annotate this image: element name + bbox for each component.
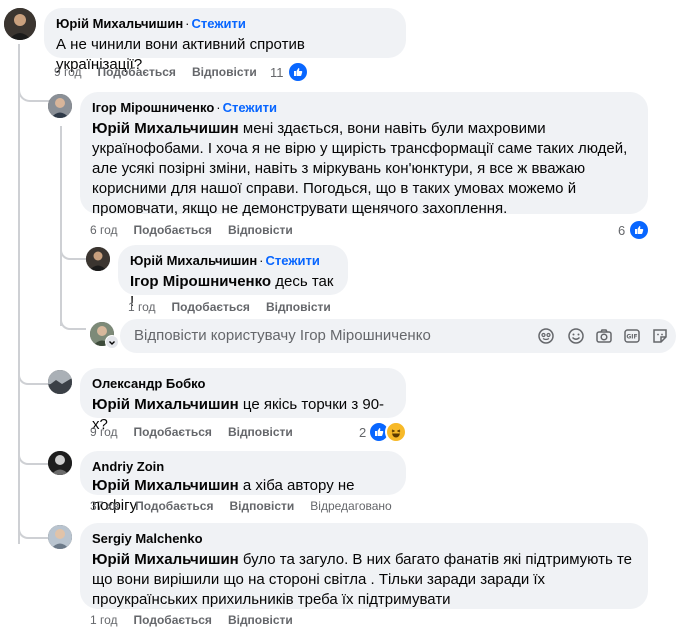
landscape-photo-icon bbox=[48, 370, 72, 394]
reply-button[interactable]: Відповісти bbox=[228, 223, 293, 237]
separator-dot: · bbox=[216, 100, 221, 115]
follow-button[interactable]: Стежити bbox=[192, 16, 246, 31]
avatar[interactable] bbox=[48, 94, 72, 118]
like-button[interactable]: Подобається bbox=[134, 613, 212, 627]
gif-icon[interactable]: GIF bbox=[622, 326, 642, 346]
comment-author[interactable]: Олександр Бобко bbox=[92, 376, 205, 391]
thread-line-main bbox=[18, 44, 20, 544]
person-photo-icon bbox=[48, 94, 72, 118]
like-button[interactable]: Подобається bbox=[134, 425, 212, 439]
avatar[interactable] bbox=[4, 8, 36, 40]
like-button[interactable]: Подобається bbox=[172, 300, 250, 314]
comment-bubble: Юрій Михальчишин · Стежити Ігор Мірошничен… bbox=[118, 245, 348, 310]
reactions-summary[interactable]: 6 bbox=[618, 219, 651, 241]
comment-time[interactable]: 1 год bbox=[128, 300, 156, 314]
avatar-sticker-icon[interactable] bbox=[536, 326, 556, 346]
comment-bubble: Andriy Zoin Юрій Михальчишин а хіба авто… bbox=[80, 451, 406, 514]
reply-button[interactable]: Відповісти bbox=[229, 499, 294, 513]
comment-author[interactable]: Ігор Мірошниченко bbox=[92, 100, 214, 115]
emoji-icon[interactable] bbox=[566, 326, 586, 346]
comment-actions: 9 год Подобається Відповісти bbox=[54, 65, 273, 79]
mention-link[interactable]: Юрій Михальчишин bbox=[92, 396, 239, 413]
reply-placeholder: Відповісти користувачу Ігор Мірошниченко bbox=[134, 327, 431, 344]
reply-button[interactable]: Відповісти bbox=[228, 425, 293, 439]
reactions-summary[interactable]: 11 bbox=[270, 61, 309, 83]
person-photo-icon bbox=[86, 247, 110, 271]
avatar[interactable] bbox=[48, 451, 72, 475]
avatar[interactable] bbox=[86, 247, 110, 271]
comment-bubble: Ігор Мірошниченко · Стежити Юрій Михальчиш… bbox=[80, 92, 648, 217]
comment-actions: 37 хв Подобається Відповісти Відредаговано bbox=[90, 499, 408, 513]
like-button[interactable]: Подобається bbox=[134, 223, 212, 237]
reaction-count: 6 bbox=[618, 222, 626, 238]
mention-link[interactable]: Ігор Мірошниченко bbox=[130, 273, 271, 290]
comment-bubble: Олександр Бобко Юрій Михальчишин це якіс… bbox=[80, 368, 406, 433]
comment-time[interactable]: 6 год bbox=[90, 223, 118, 237]
avatar[interactable] bbox=[48, 370, 72, 394]
reaction-count: 11 bbox=[270, 64, 284, 80]
mention-link[interactable]: Юрій Михальчишин bbox=[92, 551, 239, 568]
comment-bubble: Sergiy Malchenko Юрій Михальчишин було т… bbox=[80, 523, 648, 609]
camera-icon[interactable] bbox=[594, 326, 614, 346]
comment-text: Юрій Михальчишин було та загуло. В них б… bbox=[92, 551, 632, 608]
separator-dot: · bbox=[185, 16, 190, 31]
comment-time[interactable]: 37 хв bbox=[90, 499, 119, 513]
comment-time[interactable]: 9 год bbox=[54, 65, 82, 79]
comment-time[interactable]: 1 год bbox=[90, 613, 118, 627]
thread-curve-3 bbox=[60, 308, 86, 330]
like-reaction-icon bbox=[286, 61, 309, 83]
separator-dot: · bbox=[259, 253, 264, 268]
reaction-count: 2 bbox=[359, 424, 367, 440]
thread-curve-2 bbox=[60, 238, 86, 260]
person-photo-icon bbox=[48, 451, 72, 475]
reply-input[interactable]: Відповісти користувачу Ігор Мірошниченко… bbox=[120, 319, 676, 353]
comment-author[interactable]: Юрій Михальчишин bbox=[130, 253, 257, 268]
thread-line-sub bbox=[60, 126, 62, 326]
person-photo-icon bbox=[4, 8, 36, 40]
comment-author[interactable]: Andriy Zoin bbox=[92, 459, 164, 474]
reply-button[interactable]: Відповісти bbox=[266, 300, 331, 314]
thread-curve-6 bbox=[18, 517, 48, 539]
reply-button[interactable]: Відповісти bbox=[228, 613, 293, 627]
reply-button[interactable]: Відповісти bbox=[192, 65, 257, 79]
comment-time[interactable]: 9 год bbox=[90, 425, 118, 439]
comment-bubble: Юрій Михальчишин · Стежити А не чинили вон… bbox=[44, 8, 406, 73]
reactions-summary[interactable]: 2 bbox=[359, 421, 408, 443]
sticker-icon[interactable] bbox=[650, 326, 670, 346]
like-reaction-icon bbox=[628, 219, 651, 241]
avatar[interactable] bbox=[48, 525, 72, 549]
mention-link[interactable]: Юрій Михальчишин bbox=[92, 477, 239, 494]
like-button[interactable]: Подобається bbox=[135, 499, 213, 513]
comment-text: Юрій Михальчишин мені здається, вони нав… bbox=[92, 120, 628, 217]
thread-curve-1 bbox=[18, 80, 50, 102]
comment-author[interactable]: Sergiy Malchenko bbox=[92, 531, 203, 546]
like-button[interactable]: Подобається bbox=[98, 65, 176, 79]
edited-label[interactable]: Відредаговано bbox=[310, 499, 391, 513]
follow-button[interactable]: Стежити bbox=[223, 100, 277, 115]
account-switch-chevron-icon[interactable] bbox=[105, 335, 119, 349]
thread-curve-5 bbox=[18, 443, 48, 465]
mention-link[interactable]: Юрій Михальчишин bbox=[92, 120, 239, 137]
comment-actions: 9 год Подобається Відповісти bbox=[90, 425, 309, 439]
comment-actions: 1 год Подобається Відповісти bbox=[128, 300, 347, 314]
thread-curve-4 bbox=[18, 363, 48, 385]
svg-text:GIF: GIF bbox=[626, 334, 637, 341]
person-photo-icon bbox=[48, 525, 72, 549]
haha-reaction-icon bbox=[385, 421, 408, 443]
comment-actions: 1 год Подобається Відповісти bbox=[90, 613, 309, 627]
follow-button[interactable]: Стежити bbox=[266, 253, 320, 268]
comment-actions: 6 год Подобається Відповісти bbox=[90, 223, 309, 237]
comment-author[interactable]: Юрій Михальчишин bbox=[56, 16, 183, 31]
